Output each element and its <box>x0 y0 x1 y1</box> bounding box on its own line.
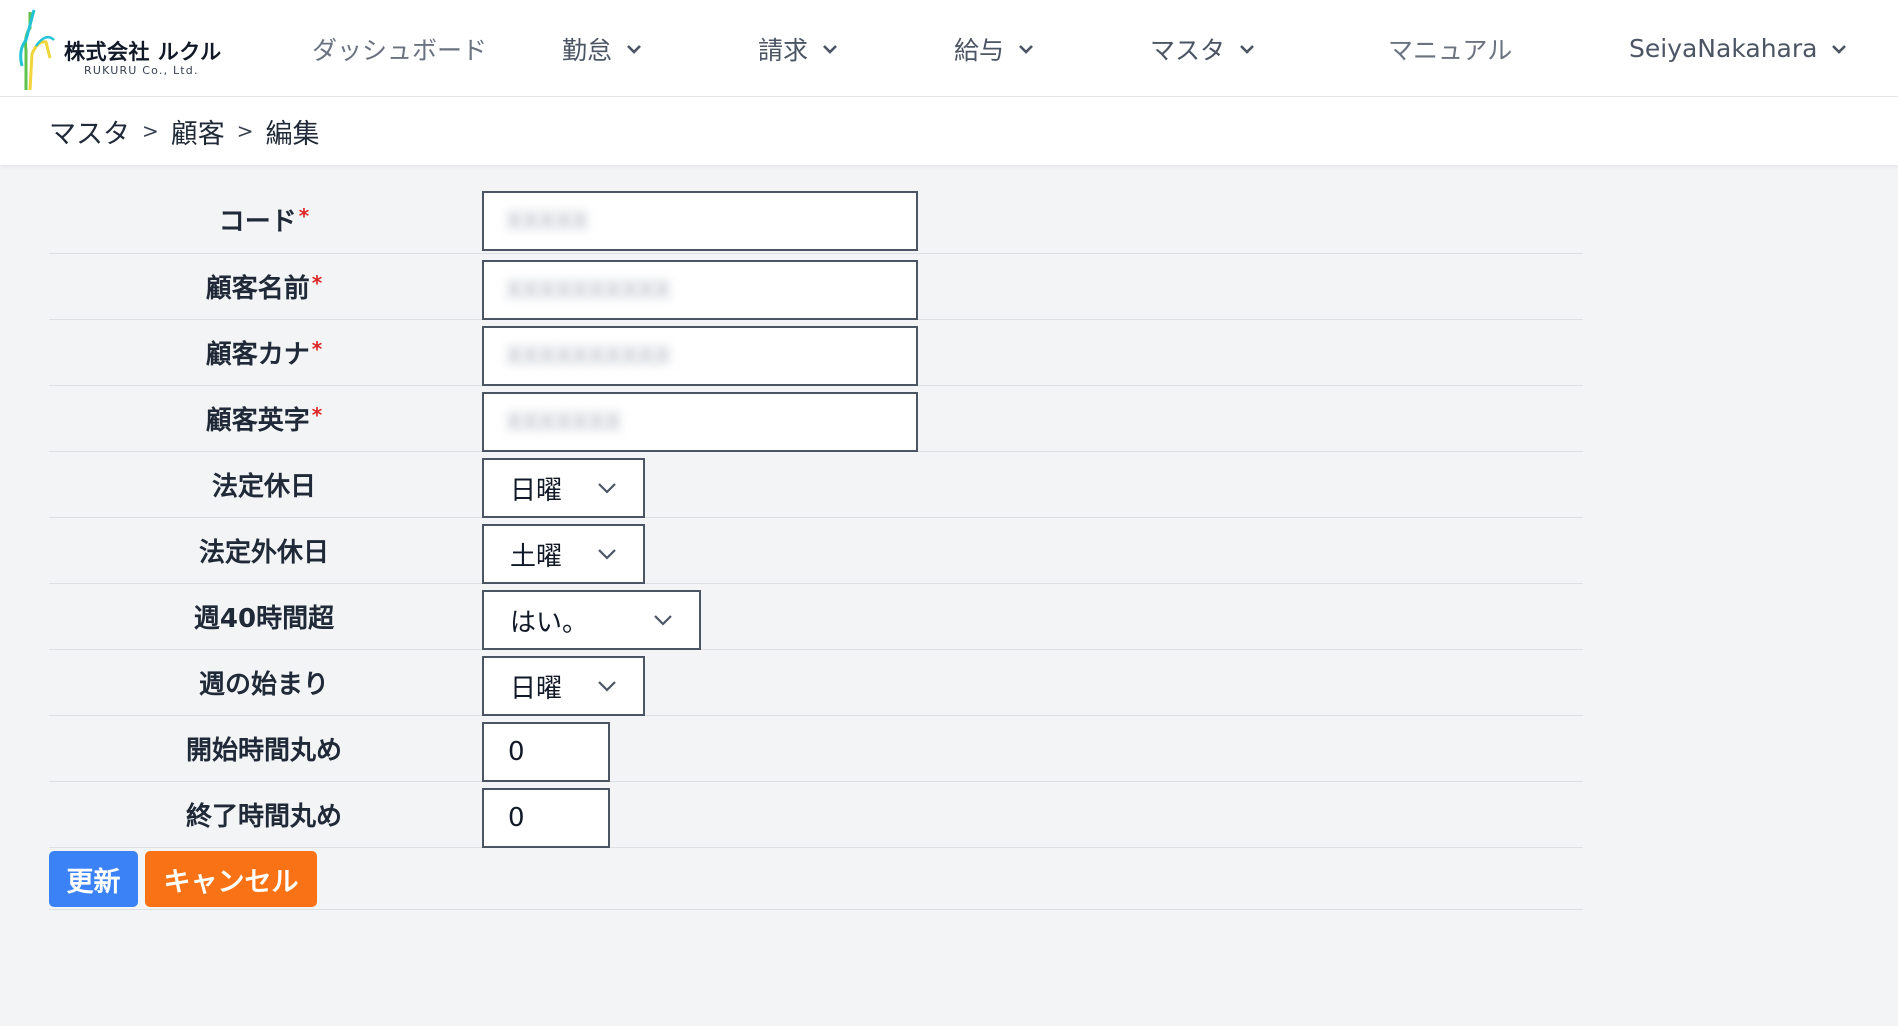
chevron-down-icon <box>598 681 616 692</box>
required-mark: * <box>311 402 323 427</box>
code-label-text: コード <box>218 207 297 237</box>
form-row-code: コード * XXXXX <box>49 186 1583 254</box>
form-row-non-legal-holiday: 法定外休日 土曜 <box>49 518 1583 584</box>
nav-manual[interactable]: マニュアル <box>1388 0 1512 97</box>
form-row-customer-kana: 顧客カナ * XXXXXXXXXX <box>49 320 1583 386</box>
form-row-week-start: 週の始まり 日曜 <box>49 650 1583 716</box>
logo-english-name: RUKURU Co., Ltd. <box>84 64 199 77</box>
nav-master-dropdown[interactable]: マスタ <box>1150 0 1255 97</box>
nav-dashboard-label: ダッシュボード <box>312 35 488 65</box>
over-40h-label: 週40時間超 <box>193 604 335 634</box>
required-mark: * <box>311 336 323 361</box>
breadcrumb-separator: > <box>236 119 254 143</box>
nav-payroll-dropdown[interactable]: 給与 <box>954 0 1034 97</box>
nav-master-label: マスタ <box>1150 35 1226 65</box>
nav-attendance-label: 勤怠 <box>562 35 613 65</box>
user-name: SeiyaNakahara <box>1629 34 1818 63</box>
customer-edit-form: コード * XXXXX 顧客名前 * XXXXXXXXXX 顧客カナ * XXXXXX… <box>49 186 1583 910</box>
end-rounding-label: 終了時間丸め <box>185 802 342 832</box>
required-mark: * <box>311 270 323 295</box>
company-logo[interactable]: 株式会社 ルクル RUKURU Co., Ltd. <box>16 6 236 90</box>
start-rounding-input[interactable]: 0 <box>482 722 610 782</box>
form-row-customer-name: 顧客名前 * XXXXXXXXXX <box>49 254 1583 320</box>
code-label: コード * <box>49 186 479 253</box>
chevron-down-icon <box>598 549 616 560</box>
non-legal-holiday-selected-value: 土曜 <box>510 541 563 572</box>
nav-payroll-label: 給与 <box>954 35 1005 65</box>
legal-holiday-label: 法定休日 <box>211 472 316 502</box>
customer-english-input[interactable]: XXXXXXX <box>482 392 918 452</box>
top-navbar: 株式会社 ルクル RUKURU Co., Ltd. ダッシュボード 勤怠 請求 … <box>0 0 1898 97</box>
customer-kana-label: 顧客カナ * <box>49 320 479 385</box>
customer-kana-input-value: XXXXXXXXXX <box>506 342 671 370</box>
update-button[interactable]: 更新 <box>49 851 138 907</box>
form-row-customer-english: 顧客英字 * XXXXXXX <box>49 386 1583 452</box>
chevron-down-icon <box>654 615 672 626</box>
breadcrumb: マスタ > 顧客 > 編集 <box>0 97 1898 165</box>
customer-name-label-text: 顧客名前 <box>205 274 310 304</box>
customer-kana-input[interactable]: XXXXXXXXXX <box>482 326 918 386</box>
user-menu-dropdown[interactable]: SeiyaNakahara <box>1629 0 1847 97</box>
nav-attendance-dropdown[interactable]: 勤怠 <box>562 0 642 97</box>
chevron-down-icon <box>1240 44 1254 54</box>
breadcrumb-edit: 編集 <box>265 118 320 150</box>
customer-name-input-value: XXXXXXXXXX <box>506 276 671 304</box>
non-legal-holiday-label: 法定外休日 <box>198 538 329 568</box>
week-start-selected-value: 日曜 <box>510 673 563 704</box>
breadcrumb-separator: > <box>142 119 159 143</box>
logo-hands-icon <box>19 9 55 90</box>
chevron-down-icon <box>1832 44 1847 54</box>
customer-english-input-value: XXXXXXX <box>506 408 622 436</box>
end-rounding-input[interactable]: 0 <box>482 788 610 848</box>
end-rounding-input-value: 0 <box>508 803 525 833</box>
customer-english-label-text: 顧客英字 <box>205 406 310 436</box>
start-rounding-label: 開始時間丸め <box>185 736 342 766</box>
nav-billing-label: 請求 <box>758 35 809 65</box>
customer-name-label: 顧客名前 * <box>49 254 479 319</box>
required-mark: * <box>298 203 310 228</box>
form-row-start-rounding: 開始時間丸め 0 <box>49 716 1583 782</box>
form-row-legal-holiday: 法定休日 日曜 <box>49 452 1583 518</box>
form-row-over-40h: 週40時間超 はい。 <box>49 584 1583 650</box>
form-actions: 更新 キャンセル <box>49 848 1583 910</box>
chevron-down-icon <box>598 483 616 494</box>
week-start-label: 週の始まり <box>198 670 329 700</box>
code-input-value: XXXXX <box>506 207 589 235</box>
breadcrumb-master[interactable]: マスタ <box>49 112 130 151</box>
chevron-down-icon <box>627 44 641 54</box>
code-input[interactable]: XXXXX <box>482 191 918 251</box>
over-40h-select[interactable]: はい。 <box>482 590 701 650</box>
non-legal-holiday-select[interactable]: 土曜 <box>482 524 645 584</box>
nav-manual-label: マニュアル <box>1388 35 1513 65</box>
nav-billing-dropdown[interactable]: 請求 <box>758 0 838 97</box>
logo-company-name: 株式会社 ルクル <box>64 40 222 64</box>
start-rounding-input-value: 0 <box>508 737 525 767</box>
customer-kana-label-text: 顧客カナ <box>205 340 310 370</box>
chevron-down-icon <box>1019 44 1033 54</box>
breadcrumb-customer[interactable]: 顧客 <box>171 112 225 151</box>
week-start-select[interactable]: 日曜 <box>482 656 645 716</box>
cancel-button[interactable]: キャンセル <box>145 851 317 907</box>
legal-holiday-select[interactable]: 日曜 <box>482 458 645 518</box>
form-row-end-rounding: 終了時間丸め 0 <box>49 782 1583 848</box>
nav-dashboard[interactable]: ダッシュボード <box>312 0 487 97</box>
legal-holiday-selected-value: 日曜 <box>510 475 563 506</box>
customer-english-label: 顧客英字 * <box>49 386 479 451</box>
customer-name-input[interactable]: XXXXXXXXXX <box>482 260 918 320</box>
over-40h-selected-value: はい。 <box>510 607 589 638</box>
chevron-down-icon <box>823 44 837 54</box>
